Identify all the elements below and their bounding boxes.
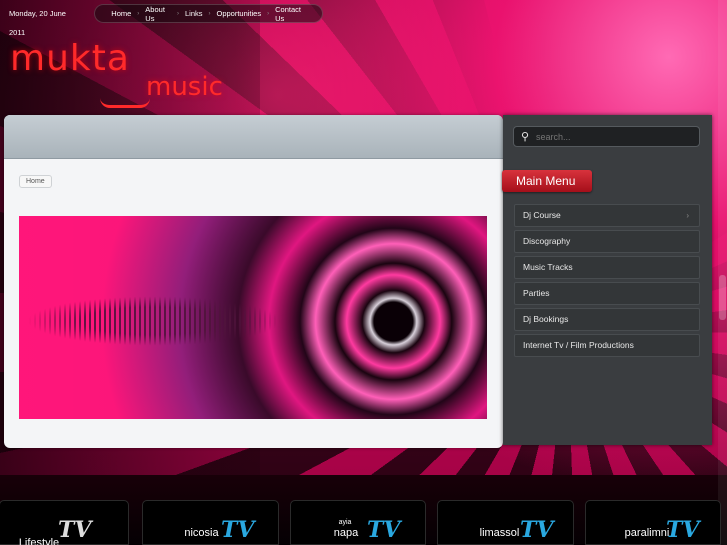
current-date: Monday, 20 June 2011 [9, 9, 66, 37]
channel-limassol-tv[interactable]: limassol TV [437, 500, 574, 545]
scrollbar-thumb[interactable] [719, 275, 726, 320]
nav-home[interactable]: Home [105, 9, 137, 18]
top-bar: Monday, 20 June 2011 Home › About Us › L… [3, 4, 323, 37]
search-icon[interactable]: ⚲ [514, 130, 536, 143]
search-box: ⚲ [513, 126, 700, 147]
banner-waveform [19, 286, 319, 356]
tv-logo-mark: TV [520, 517, 554, 543]
channel-name: nicosia [184, 527, 219, 539]
tv-logo-mark: TV [367, 517, 401, 543]
logo-swoosh [100, 98, 150, 108]
nav-links[interactable]: Links [179, 9, 209, 18]
top-nav: Home › About Us › Links › Opportunities … [94, 4, 323, 23]
channel-lifestyle-tv[interactable]: TV Lifestyle [0, 500, 129, 545]
chevron-right-icon: › [686, 211, 689, 220]
banner-image [19, 216, 487, 419]
menu-item-discography[interactable]: Discography [514, 230, 700, 253]
channel-paralimni-tv[interactable]: paralimni TV [585, 500, 721, 545]
main-menu: Dj Course › Discography Music Tracks Par… [514, 204, 700, 360]
channel-name: napa [333, 527, 359, 539]
nav-contact-us[interactable]: Contact Us [269, 5, 312, 23]
menu-item-label: Dj Bookings [523, 314, 569, 324]
menu-item-label: Music Tracks [523, 262, 573, 272]
main-content: Home [4, 115, 503, 448]
menu-item-parties[interactable]: Parties [514, 282, 700, 305]
channel-nicosia-tv[interactable]: nicosia TV [142, 500, 279, 545]
logo-text-music: music [146, 72, 223, 102]
nav-opportunities[interactable]: Opportunities [211, 9, 268, 18]
channel-name: Lifestyle [18, 537, 60, 545]
content-header [4, 115, 503, 159]
menu-item-label: Dj Course [523, 210, 561, 220]
logo-text-mukta: mukta [10, 38, 130, 79]
menu-item-dj-bookings[interactable]: Dj Bookings [514, 308, 700, 331]
menu-item-internet-tv[interactable]: Internet Tv / Film Productions [514, 334, 700, 357]
tv-logo-mark: TV [221, 517, 255, 543]
menu-item-label: Discography [523, 236, 571, 246]
menu-item-music-tracks[interactable]: Music Tracks [514, 256, 700, 279]
channel-subname: ayia [338, 519, 352, 526]
main-menu-title: Main Menu [502, 170, 592, 192]
menu-item-dj-course[interactable]: Dj Course › [514, 204, 700, 227]
menu-item-label: Internet Tv / Film Productions [523, 340, 634, 350]
sidebar: ⚲ Main Menu Dj Course › Discography Musi… [502, 115, 712, 445]
nav-about-us[interactable]: About Us [139, 5, 177, 23]
page-scrollbar[interactable] [718, 0, 727, 545]
channel-links: TV Lifestyle nicosia TV ayia napa TV lim… [0, 500, 727, 545]
channel-ayia-napa-tv[interactable]: ayia napa TV [290, 500, 426, 545]
breadcrumb-home[interactable]: Home [19, 175, 52, 188]
search-input[interactable] [536, 131, 699, 142]
site-logo[interactable]: mukta music [10, 38, 223, 108]
tv-logo-mark: TV [666, 517, 700, 543]
menu-item-label: Parties [523, 288, 550, 298]
